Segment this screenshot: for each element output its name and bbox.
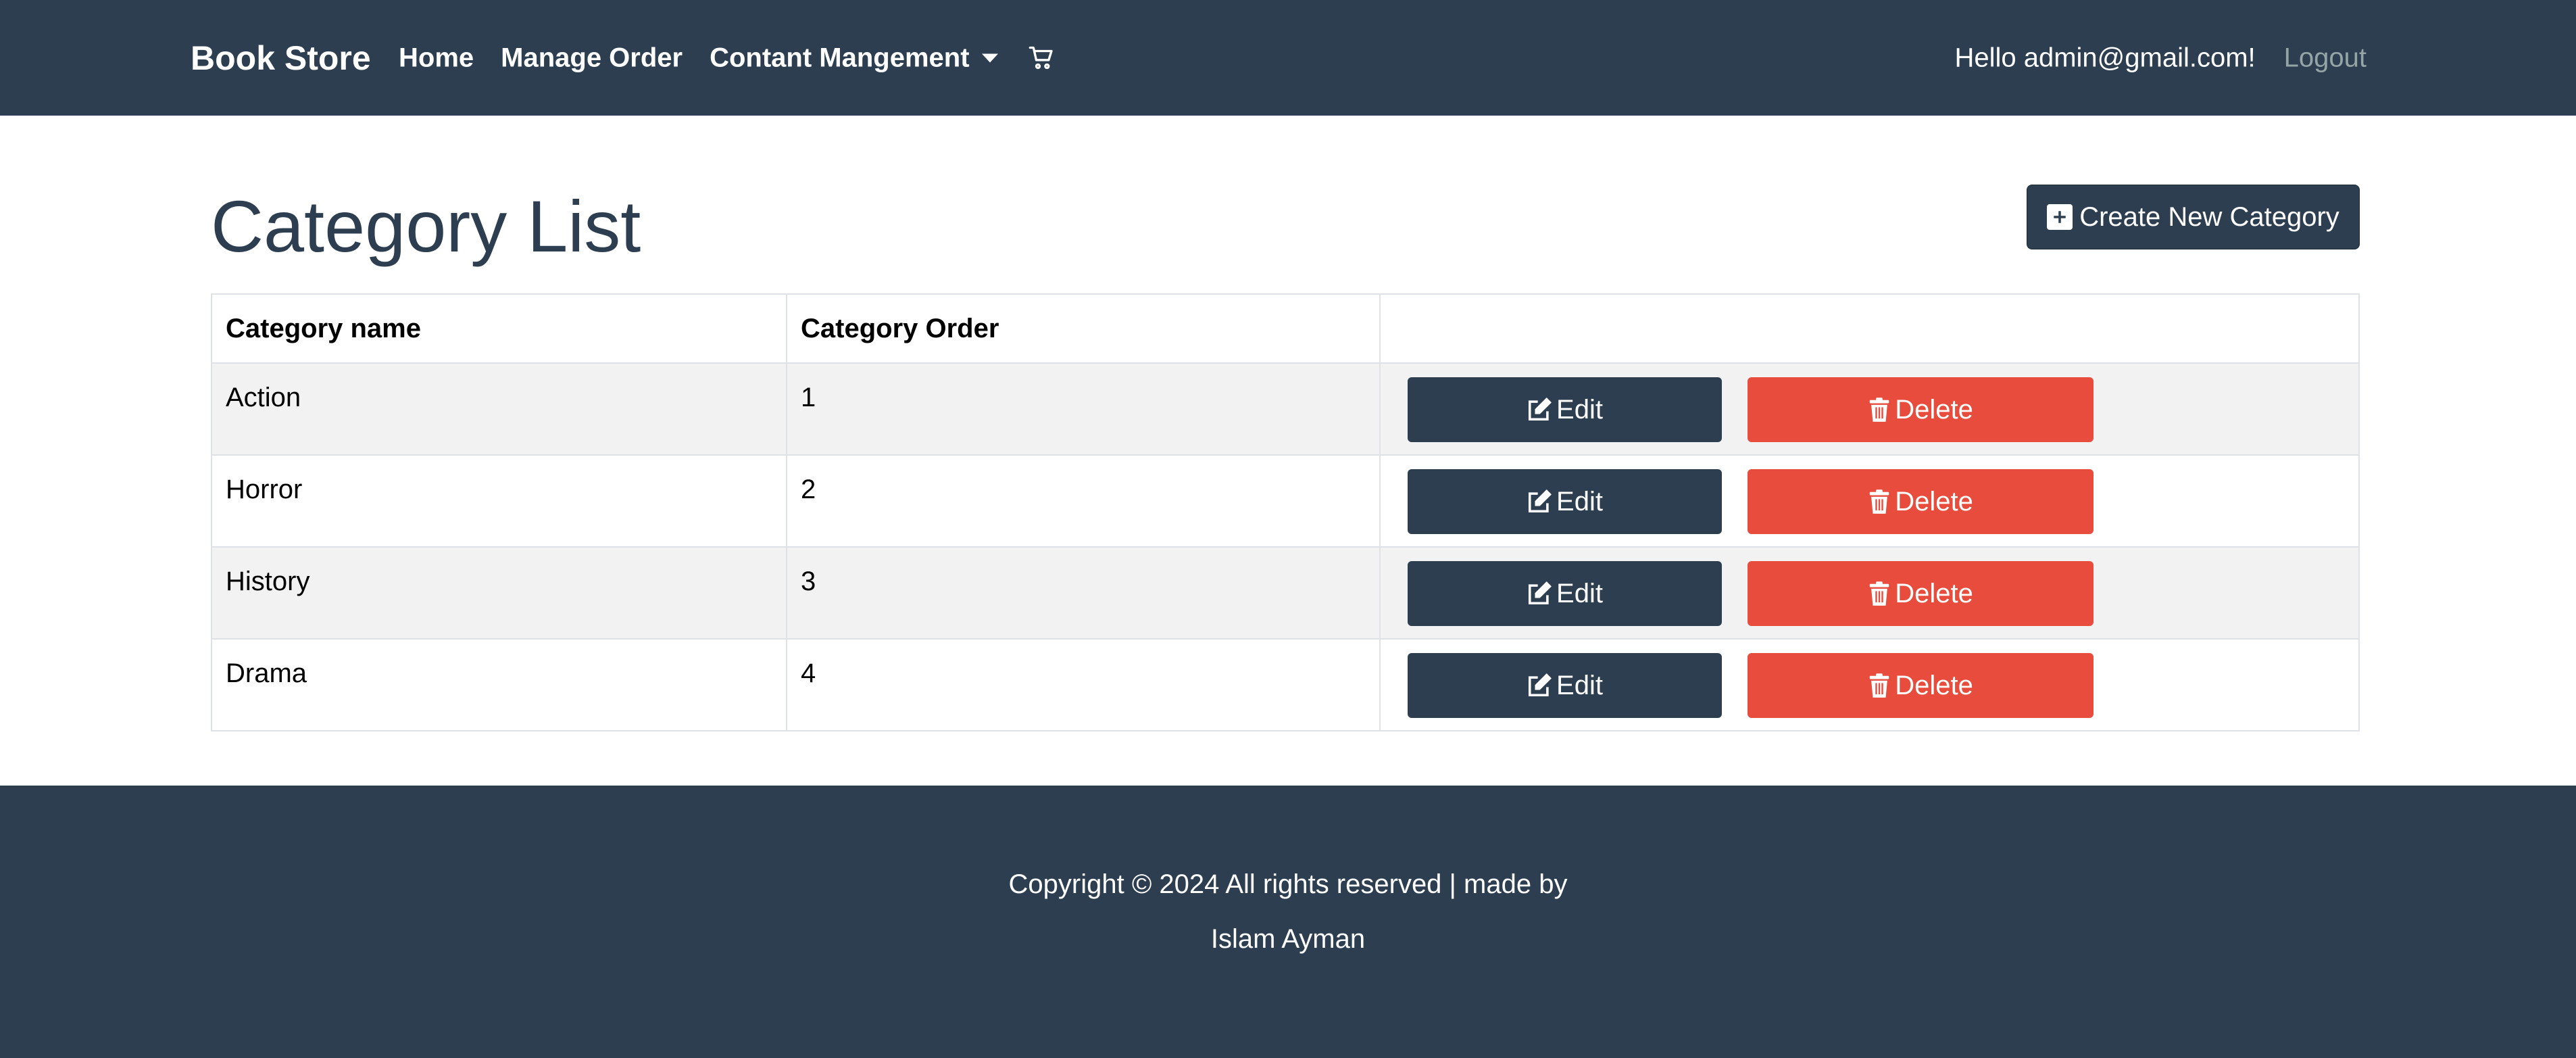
nav-content-management-dropdown[interactable]: Contant Mangement <box>710 43 998 73</box>
create-category-button[interactable]: Create New Category <box>2027 185 2360 249</box>
header-actions <box>1379 293 2360 364</box>
category-table: Category name Category Order Action 1 Ed… <box>211 293 2360 731</box>
category-name-cell: Drama <box>211 638 787 731</box>
table-header-row: Category name Category Order <box>211 293 2360 364</box>
delete-button[interactable]: Delete <box>1748 653 2094 718</box>
cart-icon <box>1029 46 1053 70</box>
pencil-square-icon <box>1527 489 1552 514</box>
trash-icon <box>1868 489 1891 514</box>
delete-label: Delete <box>1895 670 1973 700</box>
footer-copyright: Copyright © 2024 All rights reserved | m… <box>1008 869 1568 899</box>
edit-label: Edit <box>1556 578 1603 608</box>
nav-user-area: Hello admin@gmail.com! Logout <box>1954 43 2367 73</box>
logout-link[interactable]: Logout <box>2284 43 2367 73</box>
category-order-cell: 2 <box>786 454 1381 548</box>
table-row: History 3 Edit Delete <box>211 546 2360 640</box>
plus-square-icon <box>2047 204 2073 230</box>
table-row: Horror 2 Edit Delete <box>211 454 2360 548</box>
pencil-square-icon <box>1527 673 1552 698</box>
nav-home-link[interactable]: Home <box>399 43 474 73</box>
delete-button[interactable]: Delete <box>1748 377 2094 442</box>
chevron-down-icon <box>981 53 998 62</box>
actions-cell: Edit Delete <box>1379 638 2360 731</box>
edit-button[interactable]: Edit <box>1408 469 1722 534</box>
delete-button[interactable]: Delete <box>1748 469 2094 534</box>
actions-cell: Edit Delete <box>1379 454 2360 548</box>
nav-content-management-label: Contant Mangement <box>710 43 970 72</box>
navbar: Book Store Home Manage Order Contant Man… <box>0 0 2576 116</box>
delete-label: Delete <box>1895 578 1973 608</box>
pencil-square-icon <box>1527 397 1552 423</box>
trash-icon <box>1868 397 1891 423</box>
pencil-square-icon <box>1527 581 1552 606</box>
delete-button[interactable]: Delete <box>1748 561 2094 626</box>
footer: Copyright © 2024 All rights reserved | m… <box>0 786 2576 1058</box>
table-row: Drama 4 Edit Delete <box>211 638 2360 731</box>
category-name-cell: Action <box>211 362 787 456</box>
cart-link[interactable] <box>1028 45 1055 72</box>
actions-cell: Edit Delete <box>1379 546 2360 640</box>
delete-label: Delete <box>1895 394 1973 425</box>
page-title: Category List <box>211 185 641 267</box>
edit-label: Edit <box>1556 670 1603 700</box>
brand-link[interactable]: Book Store <box>191 39 371 78</box>
edit-label: Edit <box>1556 486 1603 516</box>
create-category-label: Create New Category <box>2079 201 2339 232</box>
delete-label: Delete <box>1895 486 1973 516</box>
edit-button[interactable]: Edit <box>1408 377 1722 442</box>
edit-button[interactable]: Edit <box>1408 561 1722 626</box>
trash-icon <box>1868 673 1891 698</box>
nav-manage-order-link[interactable]: Manage Order <box>501 43 683 73</box>
header-category-order: Category Order <box>786 293 1381 364</box>
category-name-cell: Horror <box>211 454 787 548</box>
header-category-name: Category name <box>211 293 787 364</box>
edit-label: Edit <box>1556 394 1603 425</box>
table-row: Action 1 Edit Delete <box>211 362 2360 456</box>
category-order-cell: 1 <box>786 362 1381 456</box>
trash-icon <box>1868 581 1891 606</box>
nav-links: Home Manage Order Contant Mangement <box>399 43 1082 73</box>
edit-button[interactable]: Edit <box>1408 653 1722 718</box>
category-name-cell: History <box>211 546 787 640</box>
category-order-cell: 3 <box>786 546 1381 640</box>
actions-cell: Edit Delete <box>1379 362 2360 456</box>
user-greeting: Hello admin@gmail.com! <box>1954 43 2256 72</box>
footer-author: Islam Ayman <box>1210 924 1366 954</box>
category-order-cell: 4 <box>786 638 1381 731</box>
